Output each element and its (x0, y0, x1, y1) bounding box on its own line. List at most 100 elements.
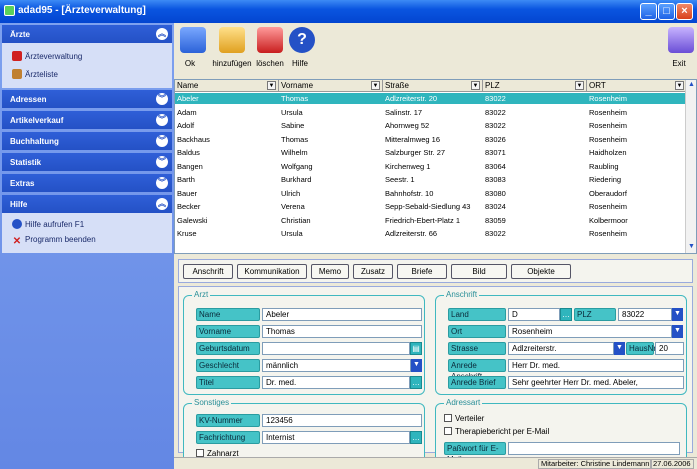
table-row[interactable]: Kruse Ursula Adlzreiterstr. 66 83022 Rosenhe… (175, 228, 687, 239)
add-button[interactable]: hinzufügen (210, 27, 254, 68)
table-cell: Rosenheim (589, 134, 627, 144)
scroll-down-icon[interactable]: ▼ (687, 243, 696, 253)
scroll-up-icon[interactable]: ▲ (687, 81, 696, 91)
passwort-input[interactable] (508, 442, 680, 455)
tab-objekte[interactable]: Objekte (511, 264, 571, 279)
column-header-plz[interactable]: PLZ ▼ (483, 80, 587, 92)
strasse-input[interactable]: Adlzreiterstr. (508, 342, 614, 355)
column-header-vorname[interactable]: Vorname ▼ (279, 80, 383, 92)
tab-kommunikation[interactable]: Kommunikation (237, 264, 307, 279)
calendar-icon[interactable]: ▤ (410, 342, 422, 355)
delete-button[interactable]: löschen (256, 27, 284, 68)
chevron-up-icon[interactable]: ︽ (156, 198, 168, 210)
table-header: Name ▼ Vorname ▼ Straße ▼ PLZ ▼ ORT ▼ (175, 80, 687, 92)
name-input[interactable]: Abeler (262, 308, 422, 321)
table-row[interactable]: Barth Burkhard Seestr. 1 83083 Riedering (175, 174, 687, 185)
table-row[interactable]: Baldus Wilhelm Salzburger Str. 27 83071 Haid… (175, 147, 687, 158)
column-header-strasse[interactable]: Straße ▼ (383, 80, 483, 92)
fachrichtung-input[interactable]: Internist (262, 431, 410, 444)
chevron-down-icon[interactable]: ▼ (575, 81, 584, 90)
kv-nummer-input[interactable]: 123456 (262, 414, 422, 427)
anrede-brief-input[interactable]: Sehr geehrter Herr Dr. med. Abeler, (508, 376, 684, 389)
anrede-anschrift-input[interactable]: Herr Dr. med. (508, 359, 684, 372)
sidebar-item-aerzteverwaltung[interactable]: Ärzteverwaltung (12, 51, 82, 61)
table-cell: 83083 (485, 175, 506, 184)
chevron-down-icon[interactable]: ▼ (614, 342, 625, 355)
more-icon[interactable]: … (410, 431, 422, 444)
chevron-down-icon[interactable]: ▼ (411, 359, 422, 372)
chevron-down-icon[interactable]: ︾ (156, 135, 168, 147)
status-bar: Mitarbeiter: Christine Lindemann 27.06.2… (174, 457, 697, 469)
column-header-ort[interactable]: ORT ▼ (587, 80, 687, 92)
tab-memo[interactable]: Memo (311, 264, 349, 279)
land-input[interactable]: D (508, 308, 560, 321)
chevron-up-icon[interactable]: ︽ (156, 28, 168, 40)
tab-zusatz[interactable]: Zusatz (353, 264, 393, 279)
more-icon[interactable]: … (560, 308, 572, 321)
tab-bild[interactable]: Bild (451, 264, 507, 279)
chevron-down-icon[interactable]: ▼ (672, 325, 683, 338)
therapiebericht-checkbox[interactable]: Therapiebericht per E-Mail (444, 427, 549, 436)
table-row[interactable]: Bangen Wolfgang Kirchenweg 1 83064 Raubling (175, 161, 687, 172)
sidebar-section-adressen[interactable]: Adressen ︾ (2, 90, 172, 108)
group-anschrift: Anschrift Land D … PLZ 83022 ▼ Ort Rosen… (435, 290, 687, 395)
maximize-button[interactable]: □ (658, 3, 675, 20)
sidebar-item-hilfe-aufrufen[interactable]: Hilfe aufrufen F1 (12, 219, 84, 229)
chevron-down-icon[interactable]: ▼ (267, 81, 276, 90)
plz-input[interactable]: 83022 (618, 308, 672, 321)
table-cell: Bahnhofstr. 10 (385, 188, 434, 198)
sidebar-item-programm-beenden[interactable]: ✕ Programm beenden (12, 235, 96, 247)
table-scrollbar[interactable]: ▲ ▼ (685, 80, 696, 253)
chevron-down-icon[interactable]: ▼ (471, 81, 480, 90)
geburtsdatum-field: Geburtsdatum ▤ (196, 342, 422, 355)
sidebar-section-hilfe[interactable]: Hilfe ︽ (2, 195, 172, 213)
tab-briefe[interactable]: Briefe (397, 264, 447, 279)
anrede-brief-field: Anrede Brief Sehr geehrter Herr Dr. med.… (448, 376, 684, 389)
sidebar-section-extras[interactable]: Extras ︾ (2, 174, 172, 192)
table-row[interactable]: Becker Verena Sepp-Sebald-Siedlung 43 83024… (175, 201, 687, 212)
titel-input[interactable]: Dr. med. (262, 376, 410, 389)
doctor-table[interactable]: Name ▼ Vorname ▼ Straße ▼ PLZ ▼ ORT ▼ Abeler T… (174, 79, 697, 254)
table-cell: Ursula (281, 107, 303, 117)
sidebar-section-aerzte[interactable]: Ärzte ︽ (2, 25, 172, 43)
table-row[interactable]: Galewski Christian Friedrich-Ebert-Platz 1… (175, 215, 687, 226)
table-row[interactable]: Adolf Sabine Ahornweg 52 83022 Rosenheim (175, 120, 687, 131)
sidebar-section-buchhaltung[interactable]: Buchhaltung ︾ (2, 132, 172, 150)
verteiler-checkbox[interactable]: Verteiler (444, 414, 484, 423)
table-row[interactable]: Abeler Thomas Adlzreiterstr. 20 83022 Rosenh… (175, 93, 687, 104)
table-cell: Christian (281, 215, 311, 225)
exit-button[interactable]: Exit (668, 27, 694, 68)
table-row[interactable]: Bauer Ulrich Bahnhofstr. 10 83080 Oberaudorf (175, 188, 687, 199)
help-button[interactable]: ? Hilfe (289, 27, 315, 68)
vorname-input[interactable]: Thomas (262, 325, 422, 338)
sidebar-section-statistik[interactable]: Statistik ︾ (2, 153, 172, 171)
sidebar-item-aerzteliste[interactable]: Ärzteliste (12, 69, 58, 79)
help-icon: ? (289, 27, 315, 53)
more-icon[interactable]: … (410, 376, 422, 389)
chevron-down-icon[interactable]: ▼ (672, 308, 683, 321)
geschlecht-select[interactable]: männlich (262, 359, 411, 372)
ok-button[interactable]: Ok (180, 27, 206, 68)
chevron-down-icon[interactable]: ▼ (675, 81, 684, 90)
minimize-button[interactable]: _ (640, 3, 657, 20)
table-cell: Adolf (177, 121, 195, 130)
sidebar-section-artikelverkauf[interactable]: Artikelverkauf ︾ (2, 111, 172, 129)
vorname-field: Vorname Thomas (196, 325, 422, 338)
table-row[interactable]: Backhaus Thomas Mitteralmweg 16 83026 Rosenh… (175, 134, 687, 145)
table-row[interactable]: Adam Ursula Salinstr. 17 83022 Rosenheim (175, 107, 687, 118)
chevron-down-icon[interactable]: ︾ (156, 156, 168, 168)
chevron-down-icon[interactable]: ︾ (156, 114, 168, 126)
table-cell: Rosenheim (589, 94, 627, 103)
chevron-down-icon[interactable]: ▼ (371, 81, 380, 90)
close-button[interactable]: × (676, 3, 693, 20)
table-cell: Adlzreiterstr. 66 (385, 229, 438, 238)
table-cell: 83080 (485, 188, 506, 198)
ort-select[interactable]: Rosenheim (508, 325, 672, 338)
chevron-down-icon[interactable]: ︾ (156, 177, 168, 189)
geburtsdatum-input[interactable] (262, 342, 410, 355)
table-cell: 83059 (485, 215, 506, 225)
chevron-down-icon[interactable]: ︾ (156, 93, 168, 105)
column-header-name[interactable]: Name ▼ (175, 80, 279, 92)
hausnr-input[interactable]: 20 (655, 342, 684, 355)
tab-anschrift[interactable]: Anschrift (183, 264, 233, 279)
